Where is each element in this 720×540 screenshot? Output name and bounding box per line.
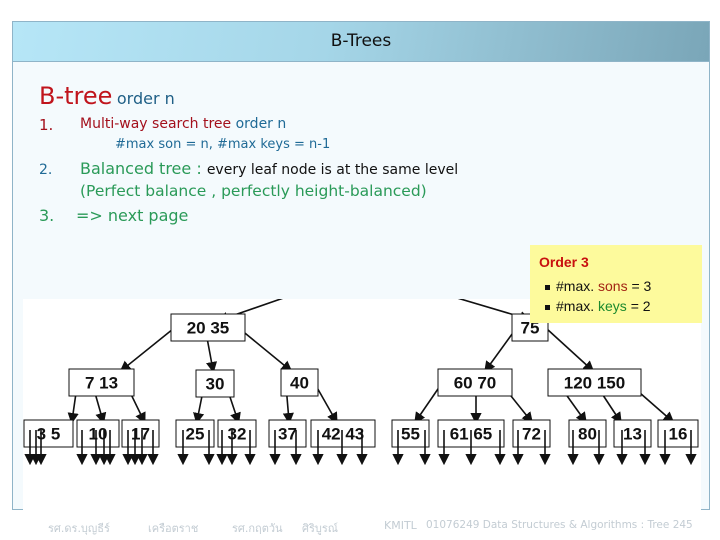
item-3-number: 3. <box>39 206 55 225</box>
tree-node-lf1: 3 5 <box>23 419 74 448</box>
order-item-value: = 3 <box>631 278 652 294</box>
bullet-icon <box>545 304 550 310</box>
tree-node-keys: 25 <box>186 425 205 444</box>
order-item-keys: #max. keys = 2 <box>545 298 651 314</box>
tree-node-keys: 80 <box>578 425 597 444</box>
tree-panel: 5020 35757 13304060 70120 1503 510172532… <box>23 299 701 511</box>
slide-header: B-Trees <box>13 22 709 62</box>
tree-edge-l2e-lf13 <box>639 392 675 424</box>
tree-node-keys: 32 <box>228 425 247 444</box>
tree-node-lf2: 10 <box>76 419 120 448</box>
bullet-icon <box>545 284 550 290</box>
tree-edge-root-l1b <box>457 299 532 323</box>
slide-footer: รศ.ดร.บุญธีร์ เครือตราช รศ.กฤตวัน ศิริบู… <box>0 519 720 537</box>
slide-title: B-Trees <box>330 31 392 51</box>
order-item-term: keys <box>598 298 627 314</box>
tree-node-keys: 13 <box>623 425 642 444</box>
order-item-term: sons <box>598 278 628 294</box>
heading-suffix: order n <box>116 89 175 108</box>
tree-node-keys: 37 <box>278 425 297 444</box>
heading: B-tree order n <box>39 82 175 110</box>
tree-node-keys: 120 150 <box>564 374 625 393</box>
tree-node-keys: 7 13 <box>85 374 118 393</box>
order-item-prefix: #max. <box>556 298 595 314</box>
item-2-label: Balanced tree : <box>80 159 202 178</box>
tree-node-l1a: 20 35 <box>170 313 246 342</box>
item-2-desc: every leaf node is at the same level <box>206 162 459 178</box>
tree-node-keys: 55 <box>401 425 420 444</box>
item-1-number: 1. <box>39 116 54 134</box>
item-3-text: => next page <box>76 206 189 225</box>
slide-frame: B-Trees B-tree order n 1. Multi-way sear… <box>12 21 710 511</box>
tree-edge-l1b-l2e <box>546 328 595 373</box>
tree-node-lf7: 42 43 <box>310 419 376 448</box>
tree-node-keys: 20 35 <box>187 319 230 338</box>
tree-edge-l1b-l2d <box>484 329 516 373</box>
footer-course: 01076249 Data Structures & Algorithms : … <box>426 519 693 531</box>
tree-node-keys: 60 70 <box>454 374 497 393</box>
tree-node-keys: 72 <box>522 425 541 444</box>
tree-node-lf13: 16 <box>657 419 699 448</box>
footer-author-2: รศ.กฤตวัน <box>232 522 283 535</box>
b-tree-diagram: 5020 35757 13304060 70120 1503 510172532… <box>23 299 699 466</box>
item-1-suffix: order n <box>235 116 287 132</box>
footer-author-1-surname: เครือตราช <box>148 522 199 535</box>
order-box: Order 3 #max. sons = 3 #max. keys = 2 <box>530 245 702 323</box>
item-1-title: Multi-way search tree <box>80 116 232 132</box>
order-title: Order 3 <box>539 254 589 270</box>
order-item-prefix: #max. <box>556 278 595 294</box>
tree-node-keys: 40 <box>290 374 309 393</box>
item-2-text: Balanced tree : every leaf node is at th… <box>80 159 458 178</box>
heading-main: B-tree <box>39 82 113 110</box>
order-item-value: = 2 <box>630 298 651 314</box>
footer-author-2-surname: ศิริบูรณ์ <box>302 522 338 535</box>
tree-node-keys: 17 <box>131 425 150 444</box>
item-1-subtext: #max son = n, #max keys = n-1 <box>115 137 331 152</box>
tree-edge-l1a-l2c <box>239 328 293 373</box>
tree-node-lf11: 80 <box>568 419 607 448</box>
item-2-subtext: (Perfect balance , perfectly height-bala… <box>80 182 427 200</box>
tree-edge-l1a-l2a <box>119 328 174 373</box>
item-2-number: 2. <box>39 162 53 178</box>
item-1-text: Multi-way search tree order n <box>80 116 286 132</box>
tree-node-l2b: 30 <box>195 369 235 398</box>
footer-org: KMITL <box>384 519 417 532</box>
tree-node-l2c: 40 <box>280 368 319 397</box>
footer-author-1: รศ.ดร.บุญธีร์ <box>48 522 110 535</box>
tree-node-l2d: 60 70 <box>437 368 513 397</box>
tree-node-keys: 42 43 <box>322 425 365 444</box>
order-item-sons: #max. sons = 3 <box>545 278 651 294</box>
tree-node-l2e: 120 150 <box>547 368 642 397</box>
tree-node-keys: 16 <box>669 425 688 444</box>
tree-edge-l2d-lf8 <box>414 385 441 424</box>
tree-node-keys: 30 <box>206 375 225 394</box>
tree-node-l2a: 7 13 <box>68 368 135 397</box>
